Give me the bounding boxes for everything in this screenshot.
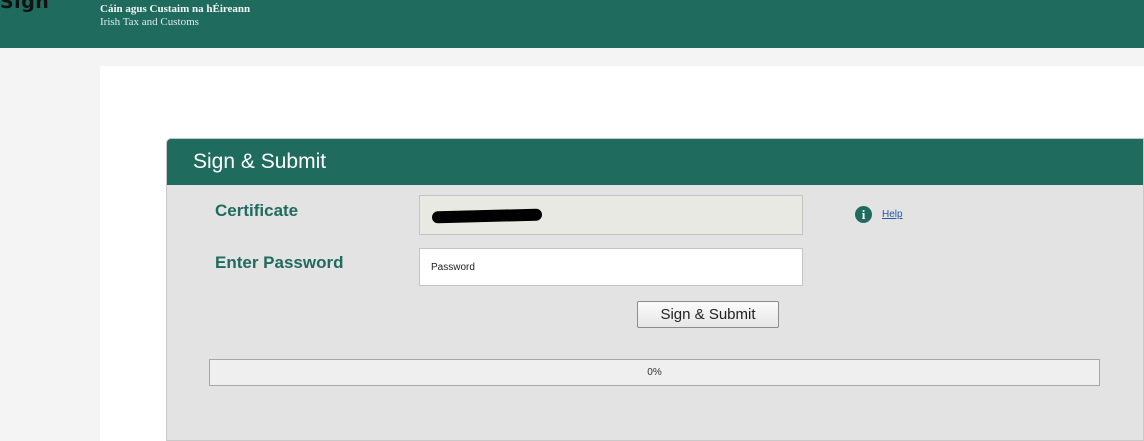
password-input[interactable] — [419, 248, 803, 286]
page-caption: Sign — [0, 0, 50, 13]
password-label: Enter Password — [215, 253, 344, 272]
panel-title: Sign & Submit — [193, 150, 327, 173]
certificate-label: Certificate — [215, 201, 299, 220]
brand-english-name: Irish Tax and Customs — [100, 16, 199, 28]
certificate-redaction — [431, 208, 543, 224]
progress-bar: 0% — [209, 359, 1100, 386]
sign-submit-button[interactable]: Sign & Submit — [637, 301, 779, 328]
panel-header: Sign & Submit — [167, 139, 1143, 185]
help-area: i Help — [855, 205, 903, 223]
page: Cáin agus Custaim na hÉireann Irish Tax … — [0, 0, 1144, 441]
help-link[interactable]: Help — [882, 209, 903, 220]
sign-submit-panel: Sign & Submit Certificate i Help Enter P… — [166, 138, 1144, 441]
header-banner: Cáin agus Custaim na hÉireann Irish Tax … — [0, 0, 1144, 48]
brand-irish-name: Cáin agus Custaim na hÉireann — [100, 3, 251, 15]
left-gutter — [0, 48, 100, 441]
revenue-logo-text: Cáin agus Custaim na hÉireann Irish Tax … — [100, 3, 250, 29]
info-icon[interactable]: i — [855, 205, 872, 223]
progress-text: 0% — [647, 367, 662, 378]
certificate-field — [419, 195, 803, 235]
